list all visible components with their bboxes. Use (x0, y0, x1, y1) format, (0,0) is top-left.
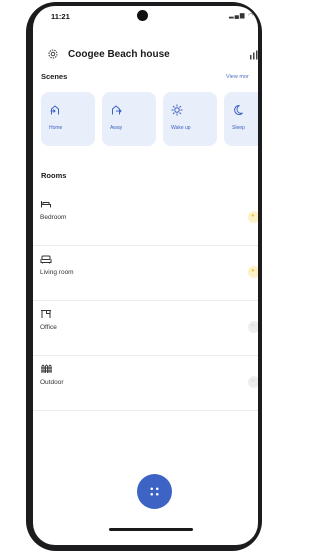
light-toggle-on[interactable]: ● (248, 211, 258, 223)
light-toggle-off[interactable]: ○ (248, 376, 258, 388)
fence-icon (41, 364, 52, 373)
rooms-title: Rooms (41, 171, 67, 180)
signal-icon: ▂▄▆ (229, 13, 246, 19)
light-toggle-on[interactable]: ● (248, 266, 258, 278)
status-bar: 11:21 ▂▄▆ ◠ (33, 6, 258, 28)
room-row-office[interactable]: Office ○ (33, 301, 258, 356)
home-enter-icon (50, 105, 59, 115)
room-label: Bedroom (40, 214, 67, 221)
bulb-icon: ● (251, 268, 255, 274)
leave-icon (112, 105, 122, 115)
room-label: Office (40, 324, 57, 331)
sofa-icon (40, 255, 52, 264)
grid-dots-icon (150, 487, 159, 496)
battery-icon (257, 12, 258, 18)
scenes-header: Scenes View mor (33, 70, 258, 82)
row-divider (33, 410, 258, 411)
app-screen: 11:21 ▂▄▆ ◠ Coogee Beach house Scenes Vi… (33, 6, 258, 545)
room-row-outdoor[interactable]: Outdoor ○ (33, 356, 258, 411)
app-header: Coogee Beach house (33, 42, 258, 62)
system-icons: ▂▄▆ ◠ (229, 12, 258, 19)
front-camera (137, 10, 148, 21)
room-row-living-room[interactable]: Living room ● (33, 246, 258, 301)
wifi-icon: ◠ (248, 13, 255, 19)
devices-fab-button[interactable] (137, 474, 172, 509)
light-toggle-off[interactable]: ○ (248, 321, 258, 333)
bulb-icon: ● (251, 213, 255, 219)
scene-card-away[interactable]: Away (102, 92, 156, 146)
settings-icon[interactable] (47, 48, 59, 60)
scene-label: Sleep (232, 125, 245, 131)
scene-label: Home (49, 125, 63, 131)
scene-card-wake-up[interactable]: Wake up (163, 92, 217, 146)
scene-label: Wake up (171, 125, 191, 131)
room-row-bedroom[interactable]: Bedroom ● (33, 191, 258, 246)
scenes-title: Scenes (41, 72, 68, 81)
bed-icon (41, 201, 51, 208)
bulb-icon: ○ (251, 323, 255, 329)
view-more-link[interactable]: View mor (226, 74, 249, 80)
desk-icon (41, 310, 51, 318)
scene-card-home[interactable]: Home (41, 92, 95, 146)
room-label: Outdoor (40, 379, 64, 386)
energy-chart-icon[interactable] (248, 49, 258, 61)
home-title[interactable]: Coogee Beach house (68, 49, 170, 60)
scene-card-sleep[interactable]: Sleep (224, 92, 258, 146)
room-label: Living room (40, 269, 74, 276)
bulb-icon: ○ (251, 378, 255, 384)
status-time: 11:21 (51, 12, 70, 21)
scene-label: Away (110, 125, 123, 131)
sun-icon (171, 104, 183, 116)
home-indicator[interactable] (109, 528, 193, 531)
moon-icon (234, 105, 243, 115)
